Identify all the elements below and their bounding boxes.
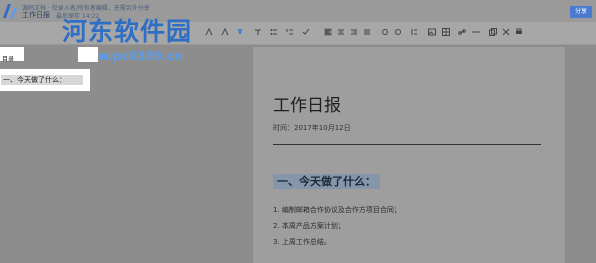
document-tab-title[interactable]: 工作日报 [22,10,50,20]
document-page[interactable]: 工作日报 时间：2017年10月12日 一、今天做了什么： 1. 编制邮箱合作协… [253,47,565,263]
document-date[interactable]: 时间：2017年10月12日 [273,123,351,133]
outline-toggle[interactable] [78,47,98,62]
text-style-icon[interactable] [254,28,262,36]
indent-icon[interactable] [381,28,389,36]
font-color-icon[interactable] [221,28,229,36]
divider-line [273,144,541,145]
align-left-icon[interactable] [324,28,332,36]
checklist-icon[interactable] [302,28,310,36]
align-center-icon[interactable] [337,28,345,36]
list-item[interactable]: 3. 上周工作总结。 [273,237,331,247]
link-icon[interactable] [458,28,466,36]
clear-format-icon[interactable] [502,28,510,36]
justify-icon[interactable] [363,28,371,36]
document-title[interactable]: 工作日报 [273,91,341,116]
font-color-icon[interactable] [205,28,213,36]
image-icon[interactable] [428,28,436,36]
print-icon[interactable] [515,28,523,36]
outline-item[interactable]: 一、今天做了什么： [1,75,83,85]
highlight-icon[interactable] [236,28,244,36]
copy-icon[interactable] [489,28,497,36]
bullet-list-icon[interactable] [270,28,278,36]
outdent-icon[interactable] [394,28,402,36]
logo-icon [2,2,18,20]
list-item[interactable]: 2. 本周产品方案计划； [273,221,345,231]
outline-label: 目录 [2,56,15,63]
section-heading[interactable]: 一、今天做了什么： [273,174,380,189]
table-icon[interactable] [442,28,450,36]
watermark-text: 河东软件园 [62,17,193,46]
numbered-list-icon[interactable] [286,28,294,36]
align-right-icon[interactable] [350,28,358,36]
list-item[interactable]: 1. 编制邮箱合作协议及合作方项目合同； [273,205,401,215]
share-button[interactable]: 分享 [570,6,592,18]
line-spacing-icon[interactable] [410,28,418,36]
divider-icon[interactable] [472,28,480,36]
